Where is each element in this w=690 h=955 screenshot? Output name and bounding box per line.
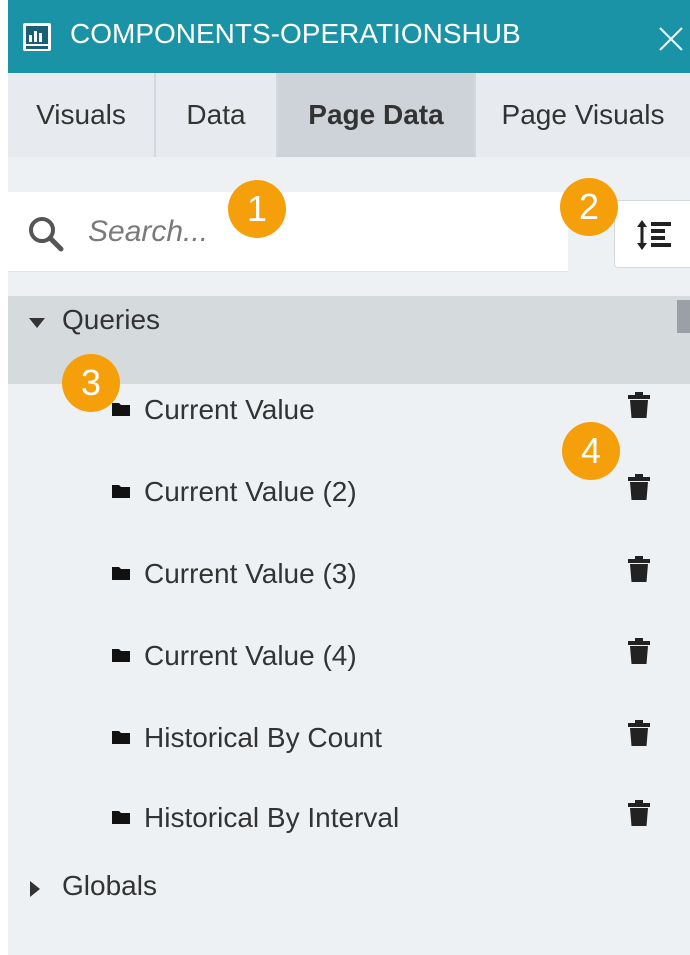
- tab-bar: Visuals Data Page Data Page Visuals: [8, 73, 690, 157]
- scrollbar-thumb[interactable]: [677, 300, 690, 333]
- list-item[interactable]: Current Value (4): [8, 638, 668, 722]
- item-label: Current Value (3): [144, 558, 357, 589]
- group-label-globals: Globals: [62, 870, 157, 901]
- trash-icon[interactable]: [628, 474, 650, 500]
- item-label: Historical By Interval: [144, 802, 400, 833]
- trash-icon[interactable]: [628, 392, 650, 418]
- folder-icon: [112, 485, 130, 498]
- sort-icon: [637, 220, 671, 250]
- trash-icon[interactable]: [628, 800, 650, 826]
- caret-down-icon[interactable]: [28, 314, 46, 332]
- dashboard-icon: [23, 23, 51, 51]
- tab-page-visuals[interactable]: Page Visuals: [476, 73, 690, 157]
- list-item[interactable]: Current Value (2): [8, 474, 668, 558]
- sort-button[interactable]: [614, 200, 690, 268]
- callout-badge-4: 4: [562, 422, 620, 480]
- item-label: Current Value (4): [144, 640, 357, 671]
- group-label-queries: Queries: [62, 304, 161, 335]
- callout-badge-3: 3: [62, 354, 120, 412]
- trash-icon[interactable]: [628, 556, 650, 582]
- caret-right-icon[interactable]: [26, 880, 44, 898]
- item-label: Historical By Count: [144, 722, 383, 753]
- window-title: COMPONENTS-OPERATIONSHUB: [70, 18, 521, 49]
- trash-icon[interactable]: [628, 720, 650, 746]
- group-globals[interactable]: Globals: [8, 862, 690, 922]
- folder-icon: [112, 649, 130, 662]
- search-icon: [29, 217, 64, 252]
- folder-icon: [112, 731, 130, 744]
- folder-icon: [112, 811, 130, 824]
- callout-badge-1: 1: [228, 180, 286, 238]
- list-item[interactable]: Current Value (3): [8, 556, 668, 640]
- item-label: Current Value (2): [144, 476, 357, 507]
- list-item[interactable]: Historical By Count: [8, 720, 668, 804]
- tab-page-data[interactable]: Page Data: [278, 73, 476, 157]
- trash-icon[interactable]: [628, 638, 650, 664]
- title-bar: COMPONENTS-OPERATIONSHUB: [8, 0, 690, 73]
- folder-icon: [112, 403, 130, 416]
- search-box: [8, 192, 568, 272]
- tab-visuals[interactable]: Visuals: [8, 73, 156, 157]
- search-input[interactable]: [88, 210, 558, 254]
- callout-badge-2: 2: [560, 178, 618, 236]
- close-icon[interactable]: [656, 24, 686, 54]
- tab-data[interactable]: Data: [156, 73, 278, 157]
- folder-icon: [112, 567, 130, 580]
- item-label: Current Value: [144, 394, 315, 425]
